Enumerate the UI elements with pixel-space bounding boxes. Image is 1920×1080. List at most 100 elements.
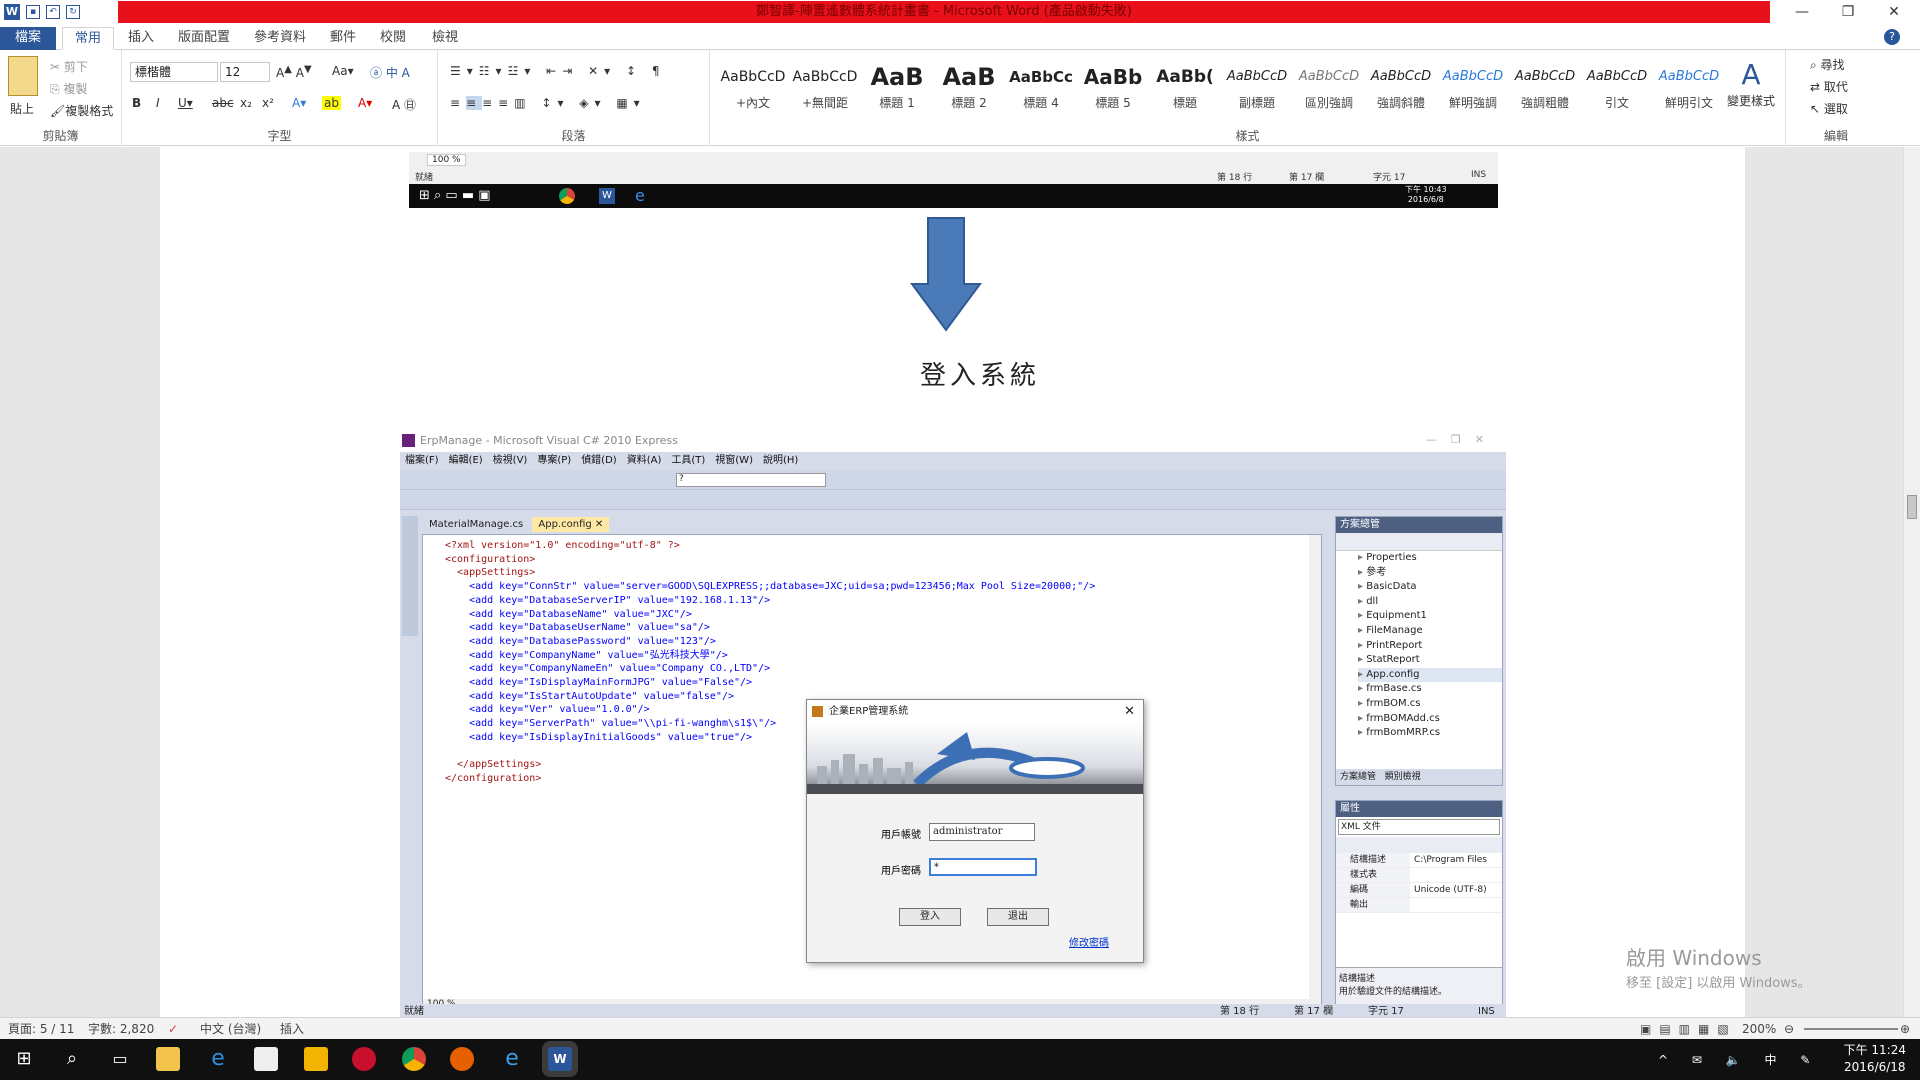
- store-icon[interactable]: [254, 1047, 278, 1071]
- tab-solution-explorer[interactable]: 方案總管: [1340, 772, 1376, 782]
- format-painter-button[interactable]: 🖌複製格式: [50, 102, 113, 119]
- vs-menu-item[interactable]: 檔案(F): [405, 455, 439, 466]
- undo-icon[interactable]: ↶: [46, 5, 60, 19]
- tab-class-view[interactable]: 類別檢視: [1385, 772, 1421, 782]
- tab-app-config[interactable]: App.config ✕: [532, 517, 610, 532]
- tab-home[interactable]: 常用: [62, 27, 115, 50]
- solution-item[interactable]: FileManage: [1358, 624, 1502, 639]
- vs-menu-item[interactable]: 說明(H): [763, 455, 798, 466]
- zoom-level[interactable]: 200%: [1742, 1018, 1776, 1040]
- text-effects-icon[interactable]: A▾: [292, 96, 306, 110]
- grow-font-icon[interactable]: A▲ A▼: [276, 64, 312, 80]
- vs-find-combo[interactable]: ?: [676, 473, 826, 487]
- chrome-icon[interactable]: [402, 1047, 426, 1071]
- align-icons[interactable]: ≡≡≡≡▥ ↕▾ ◈▾ ▦▾: [450, 96, 646, 110]
- solution-item[interactable]: App.config: [1358, 667, 1502, 683]
- style-item[interactable]: AaBb(標題: [1150, 60, 1220, 120]
- word-count[interactable]: 字數: 2,820: [88, 1018, 154, 1040]
- style-item[interactable]: AaBbCcD +內文: [718, 60, 788, 120]
- bold-button[interactable]: B: [132, 96, 141, 110]
- solution-item[interactable]: PrintReport: [1358, 639, 1502, 654]
- solution-item[interactable]: Properties: [1358, 551, 1502, 566]
- start-icon[interactable]: ⊞: [12, 1047, 36, 1071]
- vs-menu-item[interactable]: 工具(T): [671, 455, 705, 466]
- search-icon[interactable]: ⌕: [60, 1047, 84, 1071]
- zoom-in-icon[interactable]: ⊕: [1900, 1018, 1910, 1040]
- vs-menu-item[interactable]: 偵錯(D): [581, 455, 617, 466]
- vs-menu-item[interactable]: 專案(P): [537, 455, 571, 466]
- select-button[interactable]: ↖ 選取: [1810, 100, 1848, 117]
- tab-review[interactable]: 校閱: [368, 27, 418, 50]
- solution-item[interactable]: frmBomMRP.cs: [1358, 726, 1502, 741]
- paste-button[interactable]: 貼上: [10, 100, 34, 117]
- scroll-thumb[interactable]: [1907, 495, 1917, 519]
- style-item[interactable]: AaBbCc 標題 4: [1006, 60, 1076, 120]
- solution-item[interactable]: BasicData: [1358, 580, 1502, 595]
- style-item[interactable]: AaBbCcD 區別強調: [1294, 60, 1364, 120]
- change-password-link[interactable]: 修改密碼: [1069, 934, 1109, 949]
- vs-editor-scrollbar[interactable]: [1309, 535, 1321, 1001]
- italic-button[interactable]: I: [156, 96, 160, 110]
- vertical-scrollbar[interactable]: [1903, 147, 1920, 1017]
- solution-item[interactable]: dll: [1358, 595, 1502, 610]
- file-explorer-icon[interactable]: [156, 1047, 180, 1071]
- system-tray-icons[interactable]: ^ ✉ 🔈 中 ✎: [1658, 1051, 1820, 1068]
- style-item[interactable]: AaBbCcD 鮮明強調: [1438, 60, 1508, 120]
- close-button[interactable]: ✕: [1872, 0, 1916, 24]
- vs-menu-item[interactable]: 檢視(V): [493, 455, 528, 466]
- style-item[interactable]: AaB 標題 2: [934, 60, 1004, 120]
- solution-tree[interactable]: Properties參考BasicDatadllEquipment1FileMa…: [1336, 551, 1502, 741]
- property-row[interactable]: 輸出: [1336, 898, 1502, 913]
- list-icons[interactable]: ☰▾☷▾☳▾ ⇤⇥ ✕▾ ↕ ¶: [450, 64, 665, 78]
- copy-button[interactable]: ⎘ 複製: [50, 80, 87, 97]
- property-row[interactable]: 樣式表: [1336, 868, 1502, 883]
- zoom-out-icon[interactable]: ⊖: [1784, 1018, 1794, 1040]
- app-red-icon[interactable]: [352, 1047, 376, 1071]
- strikethrough-button[interactable]: abc: [212, 96, 234, 110]
- style-item[interactable]: AaBb 標題 5: [1078, 60, 1148, 120]
- tab-references[interactable]: 參考資料: [242, 27, 318, 50]
- login-button[interactable]: 登入: [899, 908, 961, 926]
- taskbar-clock[interactable]: 下午 11:24 2016/6/18: [1844, 1042, 1906, 1076]
- firefox-icon[interactable]: [450, 1047, 474, 1071]
- style-item[interactable]: AaBbCcD 鮮明引文: [1654, 60, 1724, 120]
- proofing-icon[interactable]: ✓: [168, 1018, 178, 1040]
- redo-icon[interactable]: ↻: [66, 5, 80, 19]
- cut-button[interactable]: ✂ 剪下: [50, 58, 88, 75]
- font-name-select[interactable]: 標楷體: [130, 62, 218, 82]
- password-input[interactable]: *: [929, 858, 1037, 876]
- tab-mailings[interactable]: 郵件: [318, 27, 368, 50]
- change-case-icon[interactable]: Aa▾: [332, 64, 354, 78]
- style-item[interactable]: AaB 標題 1: [862, 60, 932, 120]
- vs-menu-item[interactable]: 資料(A): [627, 455, 662, 466]
- solution-item[interactable]: StatReport: [1358, 653, 1502, 668]
- insert-mode[interactable]: 插入: [280, 1018, 304, 1040]
- restore-button[interactable]: ❐: [1826, 0, 1870, 24]
- page-count[interactable]: 頁面: 5 / 11: [8, 1018, 74, 1040]
- tab-materialmanage[interactable]: MaterialManage.cs: [423, 517, 530, 532]
- exit-button[interactable]: 退出: [987, 908, 1049, 926]
- replace-button[interactable]: ⇄ 取代: [1810, 78, 1848, 95]
- solution-item[interactable]: frmBOM.cs: [1358, 697, 1502, 712]
- solution-item[interactable]: 參考: [1358, 566, 1502, 581]
- font-color-icon[interactable]: A▾: [358, 96, 372, 110]
- close-icon[interactable]: ✕: [1124, 700, 1135, 724]
- superscript-button[interactable]: x²: [262, 96, 274, 110]
- font-size-select[interactable]: 12: [220, 62, 270, 82]
- properties-combo[interactable]: XML 文件: [1338, 819, 1500, 835]
- change-styles-button[interactable]: A 變更樣式: [1726, 58, 1776, 109]
- zoom-slider[interactable]: [1804, 1028, 1898, 1030]
- vs-code-editor[interactable]: MaterialManage.cs App.config ✕ <?xml ver…: [422, 517, 1322, 1014]
- style-item[interactable]: AaBbCcD 引文: [1582, 60, 1652, 120]
- property-row[interactable]: 結構描述 C:\Program Files: [1336, 853, 1502, 868]
- underline-button[interactable]: U▾: [178, 96, 193, 110]
- style-item[interactable]: AaBbCcD +無間距: [790, 60, 860, 120]
- solution-item[interactable]: frmBOMAdd.cs: [1358, 712, 1502, 727]
- edge-icon[interactable]: e: [206, 1047, 230, 1071]
- help-icon[interactable]: ?: [1884, 29, 1900, 45]
- word-taskbar-icon[interactable]: W: [548, 1047, 572, 1071]
- vs-menu-item[interactable]: 編輯(E): [449, 455, 483, 466]
- vs-menu-item[interactable]: 視窗(W): [715, 455, 753, 466]
- ie-icon[interactable]: e: [500, 1047, 524, 1071]
- tab-insert[interactable]: 插入: [116, 27, 166, 50]
